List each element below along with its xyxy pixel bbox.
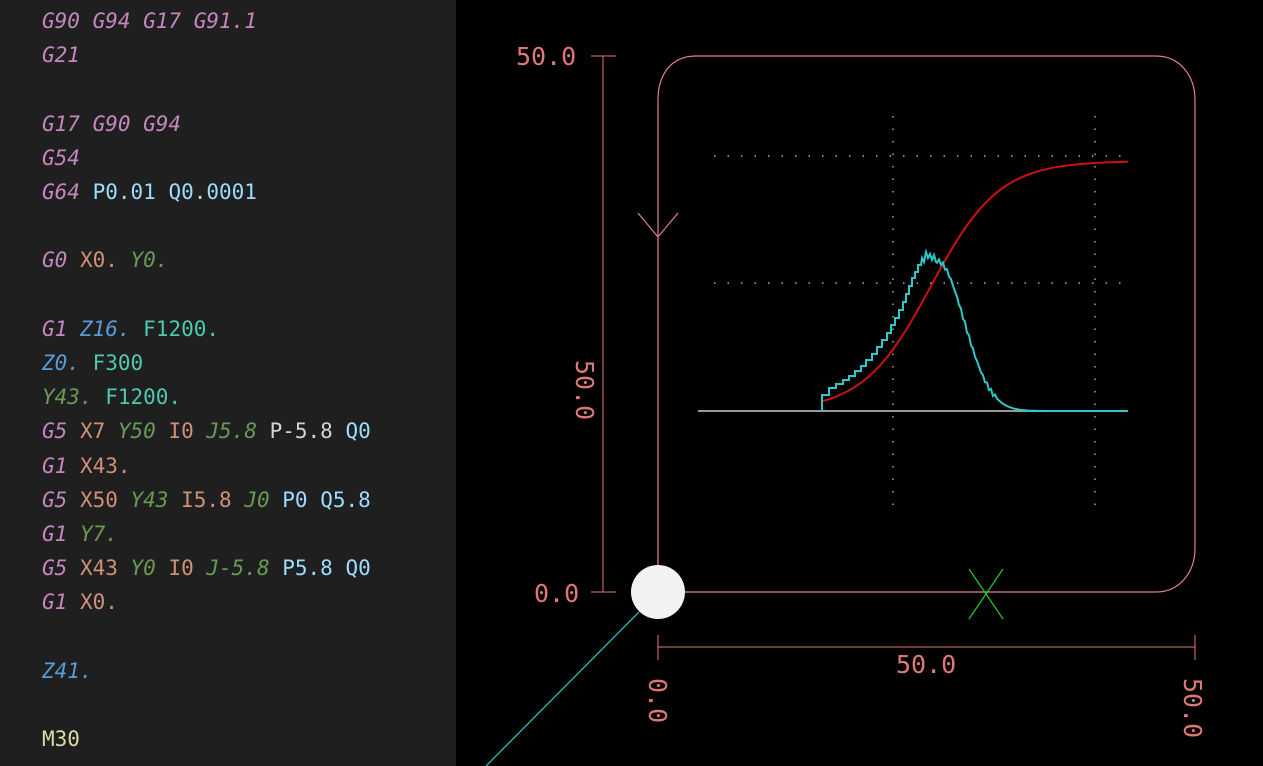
- code-token: X43.: [67, 453, 131, 478]
- app-root: G90 G94 G17 G91.1 G21 G17 G90 G94 G54 G64 P0…: [0, 0, 1263, 766]
- code-token: G1: [42, 453, 68, 478]
- trace-vel-cmd-name: joint.0.vel-cmd: [698, 415, 796, 430]
- code-token: M30: [42, 727, 80, 752]
- tool-approach-line: [485, 611, 640, 766]
- code-line[interactable]: G17 G90 G94: [42, 107, 181, 141]
- code-token: X7: [67, 419, 106, 444]
- code-token: P0: [269, 487, 308, 512]
- code-token: Y7.: [67, 522, 118, 546]
- code-line[interactable]: G5 X7 Y50 I0 J5.8 P-5.8 Q0: [42, 414, 371, 448]
- code-line[interactable]: M30: [42, 722, 80, 756]
- code-token: G1: [42, 316, 68, 341]
- code-token: F1200.: [130, 316, 220, 341]
- scope-grid: [714, 116, 1128, 510]
- code-token: J5.8: [193, 419, 257, 444]
- code-token: Q0: [332, 556, 371, 581]
- code-token: Q0: [332, 419, 371, 444]
- toolpath-outline: [657, 55, 1196, 593]
- code-token: G5: [42, 487, 68, 512]
- code-token: Y0: [117, 556, 156, 581]
- code-token: P5.8: [269, 556, 333, 581]
- code-token: G54: [42, 145, 80, 170]
- toolpath-preview[interactable]: 50.0 0.0 50.0 50.0 0.0 50.0 joint.0.vel-…: [456, 0, 1263, 766]
- code-token: X0.: [67, 590, 118, 615]
- code-token: G1: [42, 590, 68, 615]
- tool-position-marker[interactable]: [631, 565, 685, 619]
- code-line[interactable]: G1 X0.: [42, 585, 118, 619]
- scope-overlay: joint.0.vel-cmd 5 /div ddt_xv.out 20 /di…: [698, 116, 1128, 510]
- code-token: F1200.: [92, 385, 182, 410]
- code-line[interactable]: G1 X43.: [42, 449, 131, 483]
- code-token: G5: [42, 419, 68, 444]
- trace-ddt-xv-out: [821, 248, 1127, 412]
- x-axis-cross-marker: [968, 568, 1004, 620]
- code-token: Z16.: [67, 316, 131, 341]
- y-dimension: 50.0 0.0 50.0: [516, 42, 616, 608]
- trace-vel-cmd-scale: 5 /div: [699, 432, 736, 447]
- code-token: J-5.8: [193, 556, 270, 581]
- code-line[interactable]: G1 Z16. F1200.: [42, 312, 219, 346]
- code-token: P-5.8: [256, 419, 333, 444]
- code-line[interactable]: G64 P0.01 Q0.0001: [42, 175, 257, 209]
- code-line[interactable]: G21: [42, 38, 80, 72]
- code-token: G21: [42, 43, 80, 68]
- code-token: G64: [42, 180, 80, 204]
- code-line[interactable]: G90 G94 G17 G91.1: [42, 4, 257, 38]
- code-token: G5: [42, 556, 68, 581]
- code-line[interactable]: G0 X0. Y0.: [42, 243, 168, 277]
- preview-canvas: 50.0 0.0 50.0 50.0 0.0 50.0 joint.0.vel-…: [485, 42, 1207, 766]
- x-max-label: 50.0: [1178, 678, 1207, 738]
- x-length-label: 50.0: [896, 650, 956, 679]
- code-line[interactable]: G5 X43 Y0 I0 J-5.8 P5.8 Q0: [42, 551, 371, 585]
- trace-ddt-name: ddt_xv.out: [699, 449, 767, 464]
- code-token: I0: [155, 419, 194, 444]
- code-line[interactable]: G5 X50 Y43 I5.8 J0 P0 Q5.8: [42, 483, 371, 517]
- code-line[interactable]: Z41.: [42, 654, 93, 688]
- code-token: G0: [42, 248, 68, 273]
- code-token: Y43.: [42, 385, 93, 410]
- code-line[interactable]: Y43. F1200.: [42, 380, 181, 414]
- x-min-label: 0.0: [643, 678, 672, 723]
- code-token: F300: [79, 351, 144, 375]
- code-line[interactable]: Z0. F300: [42, 346, 143, 380]
- code-line[interactable]: G1 Y7.: [42, 517, 118, 551]
- code-token: I0: [155, 556, 194, 581]
- code-token: X0.: [67, 248, 118, 273]
- code-token: G17 G90 G94: [42, 111, 182, 136]
- code-token: X43: [67, 556, 118, 581]
- code-token: G90 G94 G17 G91.1: [42, 9, 257, 33]
- code-token: I5.8: [168, 487, 232, 512]
- x-dimension: 50.0 0.0 50.0: [643, 635, 1207, 738]
- code-token: Z0.: [42, 351, 80, 375]
- gcode-editor[interactable]: G90 G94 G17 G91.1 G21 G17 G90 G94 G54 G64 P0…: [0, 0, 456, 766]
- code-token: P0.01 Q0.0001: [79, 180, 257, 204]
- trace-joint-vel-cmd: [821, 160, 1128, 403]
- y-min-label: 0.0: [534, 579, 579, 608]
- code-token: X50: [67, 487, 118, 512]
- code-token: Y43: [117, 487, 169, 512]
- y-max-label: 50.0: [516, 42, 576, 71]
- trace-ddt-scale: 20 /div: [699, 466, 744, 481]
- code-token: Z41.: [42, 658, 93, 683]
- code-token: Y0.: [117, 248, 169, 273]
- code-token: Y50: [105, 419, 156, 444]
- code-token: J0: [231, 487, 270, 512]
- code-line[interactable]: G54: [42, 141, 80, 175]
- code-token: Q5.8: [307, 487, 371, 512]
- code-token: G1: [42, 522, 68, 546]
- y-length-label: 50.0: [570, 360, 599, 420]
